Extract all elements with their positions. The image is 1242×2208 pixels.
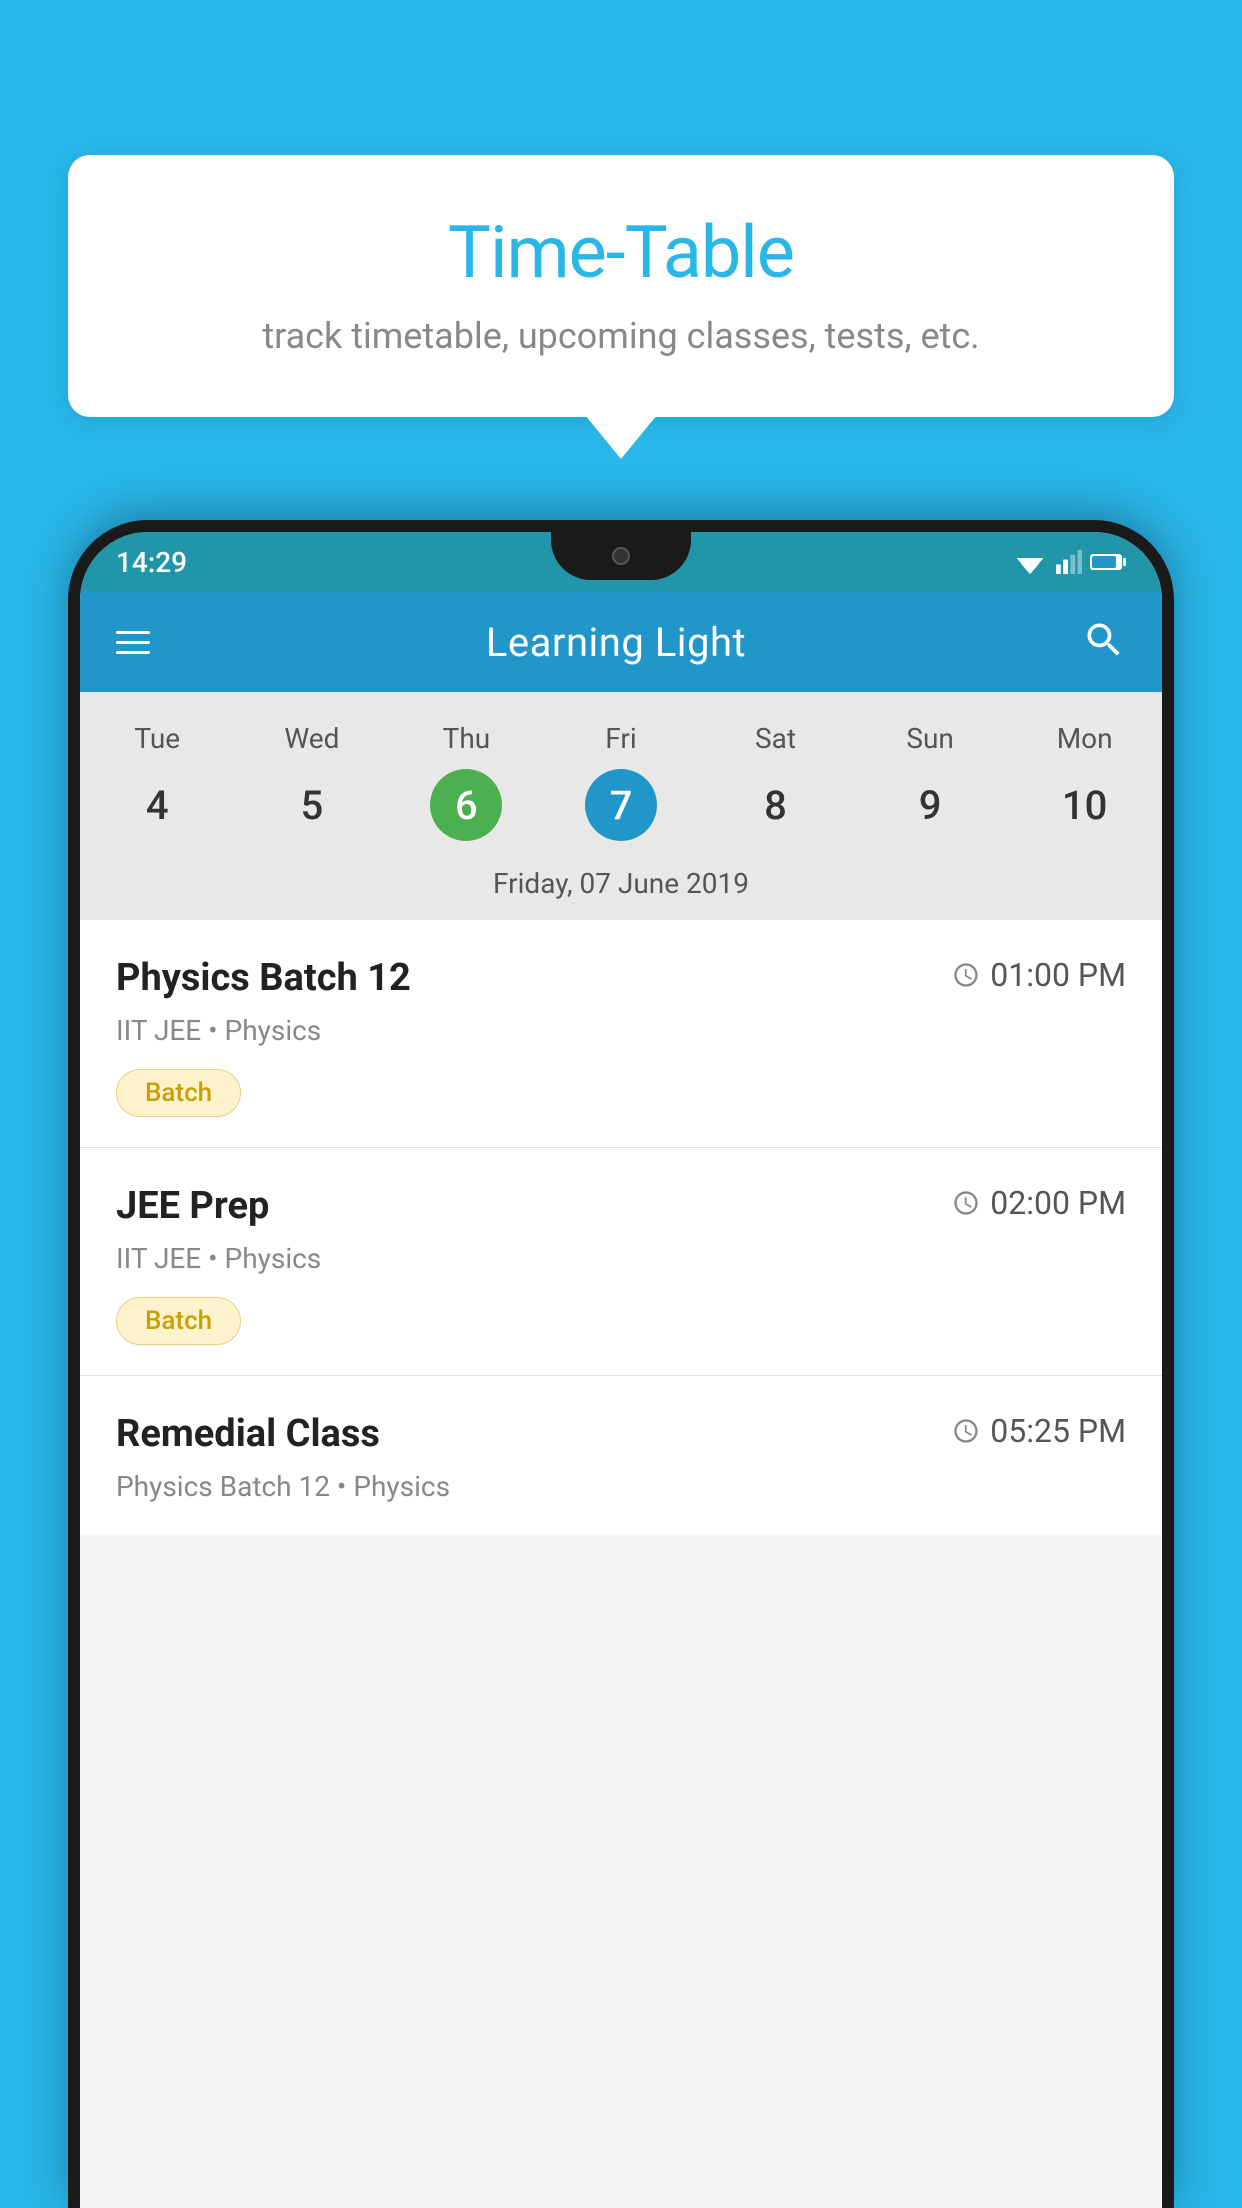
hamburger-menu-button[interactable] <box>116 631 150 654</box>
event-header: Remedial Class 05:25 PM <box>116 1412 1126 1456</box>
day-name: Mon <box>1057 722 1113 755</box>
phone-screen: 14:29 <box>80 532 1162 2208</box>
phone-notch <box>551 532 691 580</box>
clock-icon <box>952 961 980 989</box>
event-time: 01:00 PM <box>952 956 1126 994</box>
day-column[interactable]: Wed 5 <box>247 722 377 841</box>
day-column[interactable]: Sun 9 <box>865 722 995 841</box>
date-label: Friday, 07 June 2019 <box>80 851 1162 920</box>
day-name: Tue <box>134 722 180 755</box>
status-icons <box>1014 550 1126 574</box>
clock-icon <box>952 1189 980 1217</box>
bubble-subtitle: track timetable, upcoming classes, tests… <box>128 315 1114 357</box>
event-item[interactable]: Remedial Class 05:25 PM Physics Batch 12 •… <box>80 1376 1162 1535</box>
event-item[interactable]: JEE Prep 02:00 PM IIT JEE • Physics Batch <box>80 1148 1162 1376</box>
event-header: JEE Prep 02:00 PM <box>116 1184 1126 1228</box>
day-name: Fri <box>605 722 636 755</box>
day-number[interactable]: 10 <box>1049 769 1121 841</box>
day-number[interactable]: 9 <box>894 769 966 841</box>
event-item[interactable]: Physics Batch 12 01:00 PM IIT JEE • Physic… <box>80 920 1162 1148</box>
day-column[interactable]: Sat 8 <box>711 722 841 841</box>
camera-dot <box>612 547 630 565</box>
calendar-section: Tue 4 Wed 5 Thu 6 Fri 7 Sat 8 Sun 9 Mon 10 Friday, 07… <box>80 692 1162 920</box>
bubble-title: Time-Table <box>128 210 1114 295</box>
day-name: Wed <box>284 722 339 755</box>
event-meta: IIT JEE • Physics <box>116 1242 1126 1275</box>
clock-icon <box>952 1417 980 1445</box>
phone-frame: 14:29 <box>68 520 1174 2208</box>
day-name: Sat <box>755 722 796 755</box>
event-name: Remedial Class <box>116 1412 380 1456</box>
day-number[interactable]: 7 <box>585 769 657 841</box>
event-meta: IIT JEE • Physics <box>116 1014 1126 1047</box>
event-time: 05:25 PM <box>952 1412 1126 1450</box>
search-button[interactable] <box>1082 618 1126 666</box>
event-meta: Physics Batch 12 • Physics <box>116 1470 1126 1503</box>
days-row: Tue 4 Wed 5 Thu 6 Fri 7 Sat 8 Sun 9 Mon 10 <box>80 712 1162 851</box>
battery-icon <box>1090 552 1126 572</box>
wifi-icon <box>1014 550 1046 574</box>
event-header: Physics Batch 12 01:00 PM <box>116 956 1126 1000</box>
batch-badge: Batch <box>116 1069 241 1117</box>
day-number[interactable]: 8 <box>740 769 812 841</box>
app-title: Learning Light <box>150 619 1082 666</box>
status-time: 14:29 <box>116 546 187 579</box>
day-column[interactable]: Fri 7 <box>556 722 686 841</box>
day-name: Sun <box>906 722 954 755</box>
day-number[interactable]: 6 <box>430 769 502 841</box>
event-list: Physics Batch 12 01:00 PM IIT JEE • Physic… <box>80 920 1162 1535</box>
day-number[interactable]: 4 <box>121 769 193 841</box>
day-name: Thu <box>443 722 491 755</box>
batch-badge: Batch <box>116 1297 241 1345</box>
app-bar: Learning Light <box>80 592 1162 692</box>
day-column[interactable]: Thu 6 <box>401 722 531 841</box>
day-number[interactable]: 5 <box>276 769 348 841</box>
event-name: Physics Batch 12 <box>116 956 411 1000</box>
speech-bubble: Time-Table track timetable, upcoming cla… <box>68 155 1174 417</box>
signal-icon <box>1054 550 1082 574</box>
day-column[interactable]: Mon 10 <box>1020 722 1150 841</box>
event-time: 02:00 PM <box>952 1184 1126 1222</box>
day-column[interactable]: Tue 4 <box>92 722 222 841</box>
event-name: JEE Prep <box>116 1184 269 1228</box>
speech-bubble-container: Time-Table track timetable, upcoming cla… <box>68 155 1174 417</box>
